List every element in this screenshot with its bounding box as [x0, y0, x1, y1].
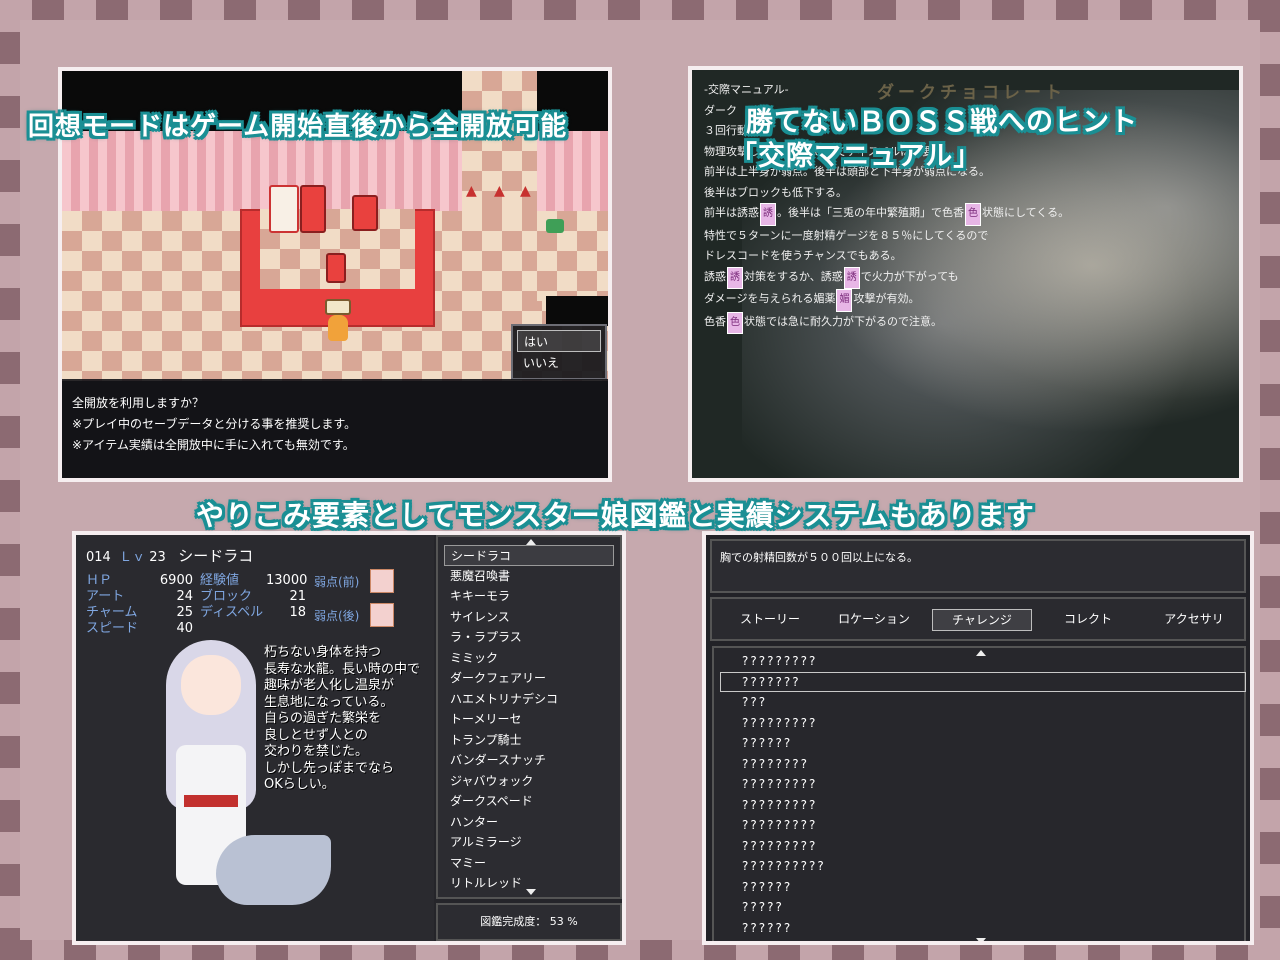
manual-line: 誘惑誘対策をするか、誘惑誘で火力が下がっても [704, 266, 1069, 289]
achievement-description-window: 胸での射精回数が５００回以上になる。 [710, 539, 1246, 593]
monster-list-item[interactable]: マミー [444, 853, 614, 874]
tab-accessory[interactable]: アクセサリ [1144, 609, 1244, 631]
map-wall-right [537, 131, 608, 211]
manual-line: ドレスコードを使うチャンスでもある。 [704, 249, 902, 262]
title-manual: 「交際マニュアル」 [730, 141, 982, 172]
monster-list-item[interactable]: サイレンス [444, 607, 614, 628]
achievement-item[interactable]: ??????? [742, 675, 801, 689]
achievement-item[interactable]: ?????? [742, 921, 792, 935]
achievement-item[interactable]: ???????? [742, 757, 809, 771]
scroll-down-icon[interactable] [526, 889, 536, 895]
scroll-down-icon[interactable] [976, 938, 986, 941]
achievement-item[interactable]: ????????? [742, 839, 817, 853]
achievement-description: 胸での射精回数が５００回以上になる。 [720, 551, 918, 564]
badge-yuu: 誘 [727, 266, 743, 289]
map-player-character [328, 315, 348, 341]
achievement-item[interactable]: ????????? [742, 654, 817, 668]
achievement-item[interactable]: ????????? [742, 777, 817, 791]
manual-line: 後半はブロックも低下する。 [704, 185, 847, 199]
choice-no[interactable]: いいえ [517, 352, 601, 374]
badge-iro: 色 [965, 203, 981, 226]
level-label: Ｌｖ [119, 550, 146, 565]
badge-yuu: 誘 [843, 266, 860, 289]
completion-rate: 図鑑完成度： 53 % [480, 915, 578, 928]
map-chair [326, 253, 346, 283]
achievement-item[interactable]: ?????????? [742, 859, 826, 873]
monster-list-window: シードラコ 悪魔召喚書 キキーモラ サイレンス ラ・ラプラス ミミック ダークフ… [436, 535, 622, 899]
monster-list-item[interactable]: ダークスペード [444, 791, 614, 812]
weak-front-label: 弱点(前) [314, 575, 360, 589]
monster-list-item[interactable]: バンダースナッチ [444, 750, 614, 771]
achievement-item[interactable]: ????????? [742, 818, 817, 832]
map-wall [62, 131, 462, 211]
tab-challenge[interactable]: チャレンジ [932, 609, 1032, 631]
map-corner [546, 296, 608, 326]
badge-iro: 色 [727, 311, 743, 334]
confirm-choice-window: はい いいえ [511, 324, 607, 380]
map-wardrobe [269, 185, 299, 233]
monster-header: 014 Ｌｖ 23 シードラコ [86, 545, 253, 566]
monster-list-item[interactable]: シードラコ [444, 545, 614, 566]
achievement-item[interactable]: ????????? [742, 798, 817, 812]
monster-list: シードラコ 悪魔召喚書 キキーモラ サイレンス ラ・ラプラス ミミック ダークフ… [444, 545, 614, 894]
monster-stats: ＨＰ 6900 アート 24 チャーム 25 スピード 40 [86, 573, 193, 636]
monster-list-item[interactable]: アルミラージ [444, 832, 614, 853]
tab-location[interactable]: ロケーション [824, 609, 924, 631]
manual-line: ダメージを与えられる媚薬媚攻撃が有効。 [704, 289, 1069, 312]
manual-line: 色香色状態では急に耐久力が下がるので注意。 [704, 311, 1069, 334]
title-extras: やりこみ要素としてモンスター娘図鑑と実績システムもあります [196, 499, 1035, 532]
bestiary-screen-panel: 014 Ｌｖ 23 シードラコ ＨＰ 6900 アート 24 チャーム 25 スピード… [72, 531, 626, 945]
map-green-object [546, 219, 564, 233]
monster-list-item[interactable]: キキーモラ [444, 586, 614, 607]
badge-bi: 媚 [836, 289, 853, 312]
weak-back-icon [370, 603, 394, 627]
map-arrow-icon: ▲ [466, 183, 477, 199]
monster-number: 014 [86, 550, 111, 565]
achievement-item[interactable]: ??? [742, 695, 767, 709]
tab-collect[interactable]: コレクト [1038, 609, 1138, 631]
monster-list-item[interactable]: 悪魔召喚書 [444, 566, 614, 587]
monster-detail-window: 014 Ｌｖ 23 シードラコ ＨＰ 6900 アート 24 チャーム 25 スピード… [76, 535, 434, 941]
manual-line: -交際マニュアル- [704, 83, 789, 96]
monster-stats-2: 経験値 13000 ブロック 21 ディスペル 18 [200, 573, 308, 620]
monster-list-item[interactable]: ハエメトリナデシコ [444, 689, 614, 710]
monster-list-item[interactable]: トランプ騎士 [444, 730, 614, 751]
map-bookshelf [300, 185, 326, 233]
achievement-list: ????????? ??????? ??? ????????? ?????? ?… [712, 646, 1246, 941]
map-telephone [352, 195, 378, 231]
weak-back-label: 弱点(後) [314, 609, 360, 623]
weak-front-icon [370, 569, 394, 593]
monster-level: 23 [149, 550, 166, 565]
scroll-up-icon[interactable] [976, 650, 986, 656]
badge-yuu: 誘 [760, 203, 776, 226]
monster-list-item[interactable]: ダークフェアリー [444, 668, 614, 689]
tab-story[interactable]: ストーリー [722, 609, 818, 631]
title-recollection-mode: 回想モードはゲーム開始直後から全開放可能 [28, 112, 568, 142]
map-arrow-icon: ▲ [494, 183, 505, 199]
map-arrow-icon: ▲ [520, 183, 531, 199]
message-line: 全開放を利用しますか？ [72, 396, 205, 410]
monster-name: シードラコ [178, 547, 254, 565]
achievement-item[interactable]: ?????? [742, 880, 792, 894]
achievement-screen-panel: 胸での射精回数が５００回以上になる。 ストーリー ロケーション チャレンジ コレ… [702, 531, 1254, 945]
manual-line: 特性で５ターンに一度射精ゲージを８５％にしてくるので [704, 228, 989, 242]
achievement-tabs: ストーリー ロケーション チャレンジ コレクト アクセサリ [710, 597, 1246, 641]
achievement-item[interactable]: ????? [742, 900, 784, 914]
message-line: ※プレイ中のセーブデータと分ける事を推奨します。 [72, 417, 357, 431]
map-book [325, 299, 351, 315]
message-line: ※アイテム実績は全開放中に手に入れても無効です。 [72, 438, 355, 452]
monster-list-item[interactable]: ジャバウォック [444, 771, 614, 792]
manual-line: 前半は誘惑誘。後半は「三兎の年中繁殖期」で色香色状態にしてくる。 [704, 203, 1069, 226]
monster-list-item[interactable]: ラ・ラプラス [444, 627, 614, 648]
achievement-item[interactable]: ????????? [742, 716, 817, 730]
monster-list-item[interactable]: ハンター [444, 812, 614, 833]
achievement-item[interactable]: ?????? [742, 736, 792, 750]
completion-window: 図鑑完成度： 53 % [436, 903, 622, 941]
monster-list-item[interactable]: トーメリーセ [444, 709, 614, 730]
monster-list-item[interactable]: ミミック [444, 648, 614, 669]
choice-yes[interactable]: はい [517, 330, 601, 352]
monster-description: 朽ちない身体を持つ 長寿な水龍。長い時の中で 趣味が老人化し温泉が 生息地になっ… [264, 645, 421, 792]
message-window: 全開放を利用しますか？ ※プレイ中のセーブデータと分ける事を推奨します。 ※アイ… [62, 379, 608, 478]
